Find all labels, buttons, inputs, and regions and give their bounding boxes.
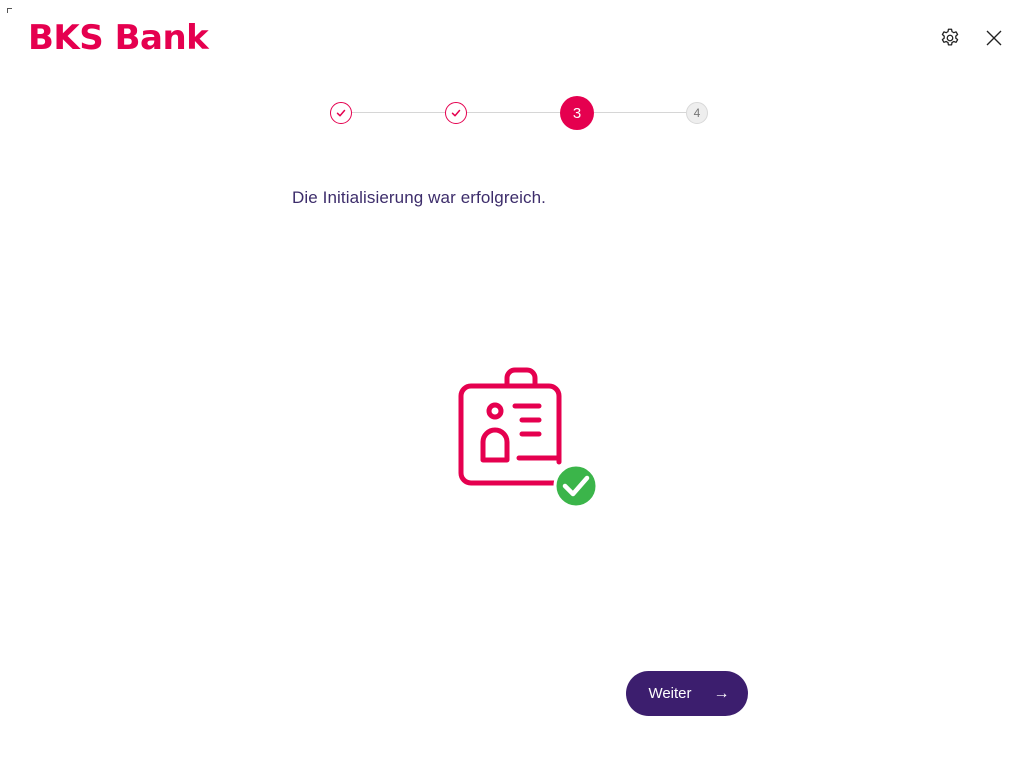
close-button[interactable] [980,24,1008,52]
step-connector [594,112,686,113]
gear-icon [941,28,959,46]
check-icon [451,109,461,117]
status-message: Die Initialisierung war erfolgreich. [292,188,546,207]
brand-logo: BKS Bank [28,18,209,58]
window-corner-mark [7,8,12,13]
step-connector [467,112,560,113]
step-1-completed [330,102,352,124]
step-number: 4 [693,106,701,120]
step-3-active: 3 [560,96,594,130]
step-number: 3 [572,104,582,122]
next-button[interactable]: Weiter → [626,671,748,716]
initialization-screen: BKS Bank 3 4 Die Initialisierung war erf… [0,0,1018,773]
step-4-pending: 4 [686,102,708,124]
step-2-completed [445,102,467,124]
step-connector [352,112,445,113]
id-card-success-icon [455,366,605,511]
next-button-label: Weiter [648,685,692,702]
settings-button[interactable] [936,24,964,52]
progress-stepper: 3 4 [330,96,712,130]
header-actions [928,24,1018,54]
arrow-right-icon: → [713,684,730,702]
close-icon [986,30,1002,46]
check-icon [336,109,346,117]
